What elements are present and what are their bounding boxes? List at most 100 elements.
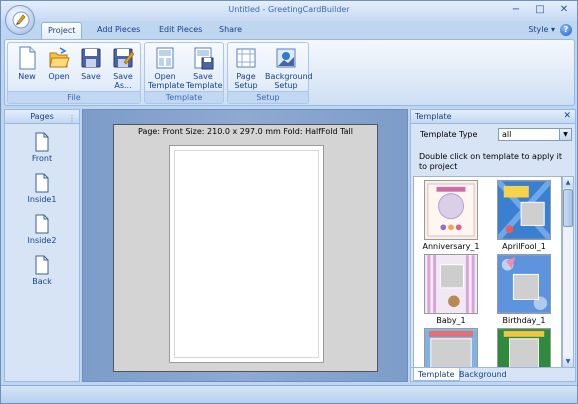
page-setup-button[interactable]: Page Setup bbox=[229, 46, 263, 90]
open-template-button-label: Open Template bbox=[148, 72, 185, 90]
template-type-value: all bbox=[502, 130, 512, 139]
ribbon: New Open Save Save As... File Open Templ… bbox=[4, 39, 575, 106]
new-button-label: New bbox=[18, 72, 36, 81]
template-thumb-row3-right[interactable] bbox=[493, 328, 555, 367]
page-icon bbox=[35, 255, 49, 275]
open-template-button[interactable]: Open Template bbox=[148, 46, 185, 90]
page-item-label: Inside2 bbox=[27, 236, 57, 245]
page-icon bbox=[35, 214, 49, 234]
pages-panel-header: Pages ⋮ bbox=[5, 110, 79, 124]
open-button[interactable]: Open bbox=[42, 46, 76, 81]
template-thumb-label: AprilFool_1 bbox=[502, 242, 546, 251]
template-type-select[interactable]: all ▼ bbox=[498, 128, 572, 141]
save-button[interactable]: Save bbox=[74, 46, 108, 81]
background-setup-button[interactable]: Background Setup bbox=[265, 46, 313, 90]
page-icon bbox=[35, 132, 49, 152]
background-setup-icon bbox=[276, 48, 296, 68]
template-thumb-label: Birthday_1 bbox=[502, 316, 546, 325]
background-setup-button-label: Background Setup bbox=[265, 72, 313, 90]
open-folder-icon bbox=[49, 47, 70, 68]
page-item-inside1[interactable]: Inside1 bbox=[5, 173, 79, 204]
page-item-label: Front bbox=[31, 154, 53, 163]
template-thumb-anniversary[interactable]: Anniversary_1 bbox=[420, 180, 482, 251]
template-thumb-label: Anniversary_1 bbox=[422, 242, 480, 251]
template-preview-image bbox=[497, 180, 551, 240]
page-item-inside2[interactable]: Inside2 bbox=[5, 214, 79, 245]
new-button[interactable]: New bbox=[10, 46, 44, 81]
template-thumb-label: Baby_1 bbox=[436, 316, 466, 325]
design-canvas[interactable]: Page: Front Size: 210.0 x 297.0 mm Fold:… bbox=[82, 109, 408, 382]
template-panel-title: Template bbox=[415, 112, 452, 121]
page-item-back[interactable]: Back bbox=[5, 255, 79, 286]
app-menu-button[interactable] bbox=[5, 5, 35, 35]
maximize-button[interactable]: □ bbox=[533, 3, 547, 17]
save-as-button-label: Save As... bbox=[113, 72, 133, 90]
save-as-button[interactable]: Save As... bbox=[106, 46, 140, 90]
group-label-template: Template bbox=[145, 91, 223, 103]
template-panel-tabs: Template Background bbox=[411, 367, 575, 381]
ribbon-group-setup: Page Setup Background Setup Setup bbox=[227, 42, 313, 104]
window-title: Untitled - GreetingCardBuilder bbox=[228, 5, 350, 14]
status-bar bbox=[1, 385, 577, 403]
page-icon bbox=[35, 173, 49, 193]
tab-background[interactable]: Background bbox=[455, 368, 511, 381]
close-icon[interactable]: ✕ bbox=[563, 111, 571, 121]
page-sheet: Page: Front Size: 210.0 x 297.0 mm Fold:… bbox=[113, 124, 378, 372]
template-thumb-aprilfool[interactable]: AprilFool_1 bbox=[493, 180, 555, 251]
template-preview-image bbox=[424, 328, 478, 367]
save-template-icon bbox=[194, 47, 214, 70]
template-preview-image bbox=[424, 254, 478, 314]
card-margin-guide bbox=[174, 150, 319, 358]
template-gallery: Anniversary_1 AprilFool_1 Baby_1 Birthda… bbox=[413, 176, 562, 368]
template-thumb-baby[interactable]: Baby_1 bbox=[420, 254, 482, 325]
template-panel-body: Template Type all ▼ Double click on temp… bbox=[411, 124, 575, 369]
card-page[interactable] bbox=[169, 145, 324, 363]
tab-add-pieces[interactable]: Add Pieces bbox=[91, 22, 146, 39]
chevron-down-icon[interactable]: ▼ bbox=[559, 129, 571, 140]
ribbon-tab-row: Project Add Pieces Edit Pieces Share Sty… bbox=[1, 21, 577, 39]
chevron-down-icon: ▾ bbox=[550, 25, 555, 34]
pages-panel: Pages ⋮ Front Inside1 Inside2 Back bbox=[4, 109, 80, 382]
scroll-down-icon[interactable]: ▼ bbox=[563, 356, 573, 367]
tab-share[interactable]: Share bbox=[213, 22, 248, 39]
page-item-label: Back bbox=[32, 277, 52, 286]
template-scrollbar[interactable]: ▲ ▼ bbox=[562, 176, 574, 368]
pages-panel-title: Pages bbox=[30, 112, 54, 121]
template-panel: Template ✕ Template Type all ▼ Double cl… bbox=[410, 109, 576, 382]
tab-template[interactable]: Template bbox=[413, 368, 460, 381]
template-preview-image bbox=[424, 180, 478, 240]
page-item-label: Inside1 bbox=[27, 195, 57, 204]
open-button-label: Open bbox=[48, 72, 70, 81]
app-logo-icon bbox=[12, 11, 30, 29]
window-controls: − □ ✕ bbox=[509, 3, 571, 17]
tab-edit-pieces[interactable]: Edit Pieces bbox=[153, 22, 208, 39]
group-label-file: File bbox=[8, 91, 140, 103]
scroll-up-icon[interactable]: ▲ bbox=[563, 177, 573, 188]
style-menu[interactable]: Style ▾ bbox=[528, 25, 555, 34]
scrollbar-thumb[interactable] bbox=[563, 189, 573, 227]
open-template-icon bbox=[156, 47, 174, 69]
template-thumb-row3-left[interactable] bbox=[420, 328, 482, 367]
title-bar: Untitled - GreetingCardBuilder − □ ✕ bbox=[1, 1, 577, 21]
tab-project[interactable]: Project bbox=[41, 22, 83, 39]
template-thumb-birthday[interactable]: Birthday_1 bbox=[493, 254, 555, 325]
template-preview-image bbox=[497, 328, 551, 367]
save-button-label: Save bbox=[81, 72, 101, 81]
new-document-icon bbox=[19, 46, 36, 70]
save-template-button[interactable]: Save Template bbox=[186, 46, 223, 90]
template-panel-header: Template ✕ bbox=[411, 110, 575, 124]
page-item-front[interactable]: Front bbox=[5, 132, 79, 163]
page-setup-button-label: Page Setup bbox=[234, 72, 258, 90]
template-preview-image bbox=[497, 254, 551, 314]
group-label-setup: Setup bbox=[228, 91, 308, 103]
floppy-disk-icon bbox=[81, 48, 101, 68]
close-button[interactable]: ✕ bbox=[557, 3, 571, 17]
ribbon-group-file: New Open Save Save As... File bbox=[7, 42, 141, 104]
help-icon[interactable]: ? bbox=[560, 24, 572, 36]
app-window: Untitled - GreetingCardBuilder − □ ✕ Pro… bbox=[0, 0, 578, 404]
minimize-button[interactable]: − bbox=[509, 3, 523, 17]
page-info-text: Page: Front Size: 210.0 x 297.0 mm Fold:… bbox=[137, 127, 353, 136]
panel-grip-icon[interactable]: ⋮ bbox=[68, 112, 76, 125]
ribbon-group-template: Open Template Save Template Template bbox=[144, 42, 224, 104]
save-as-icon bbox=[113, 48, 134, 68]
